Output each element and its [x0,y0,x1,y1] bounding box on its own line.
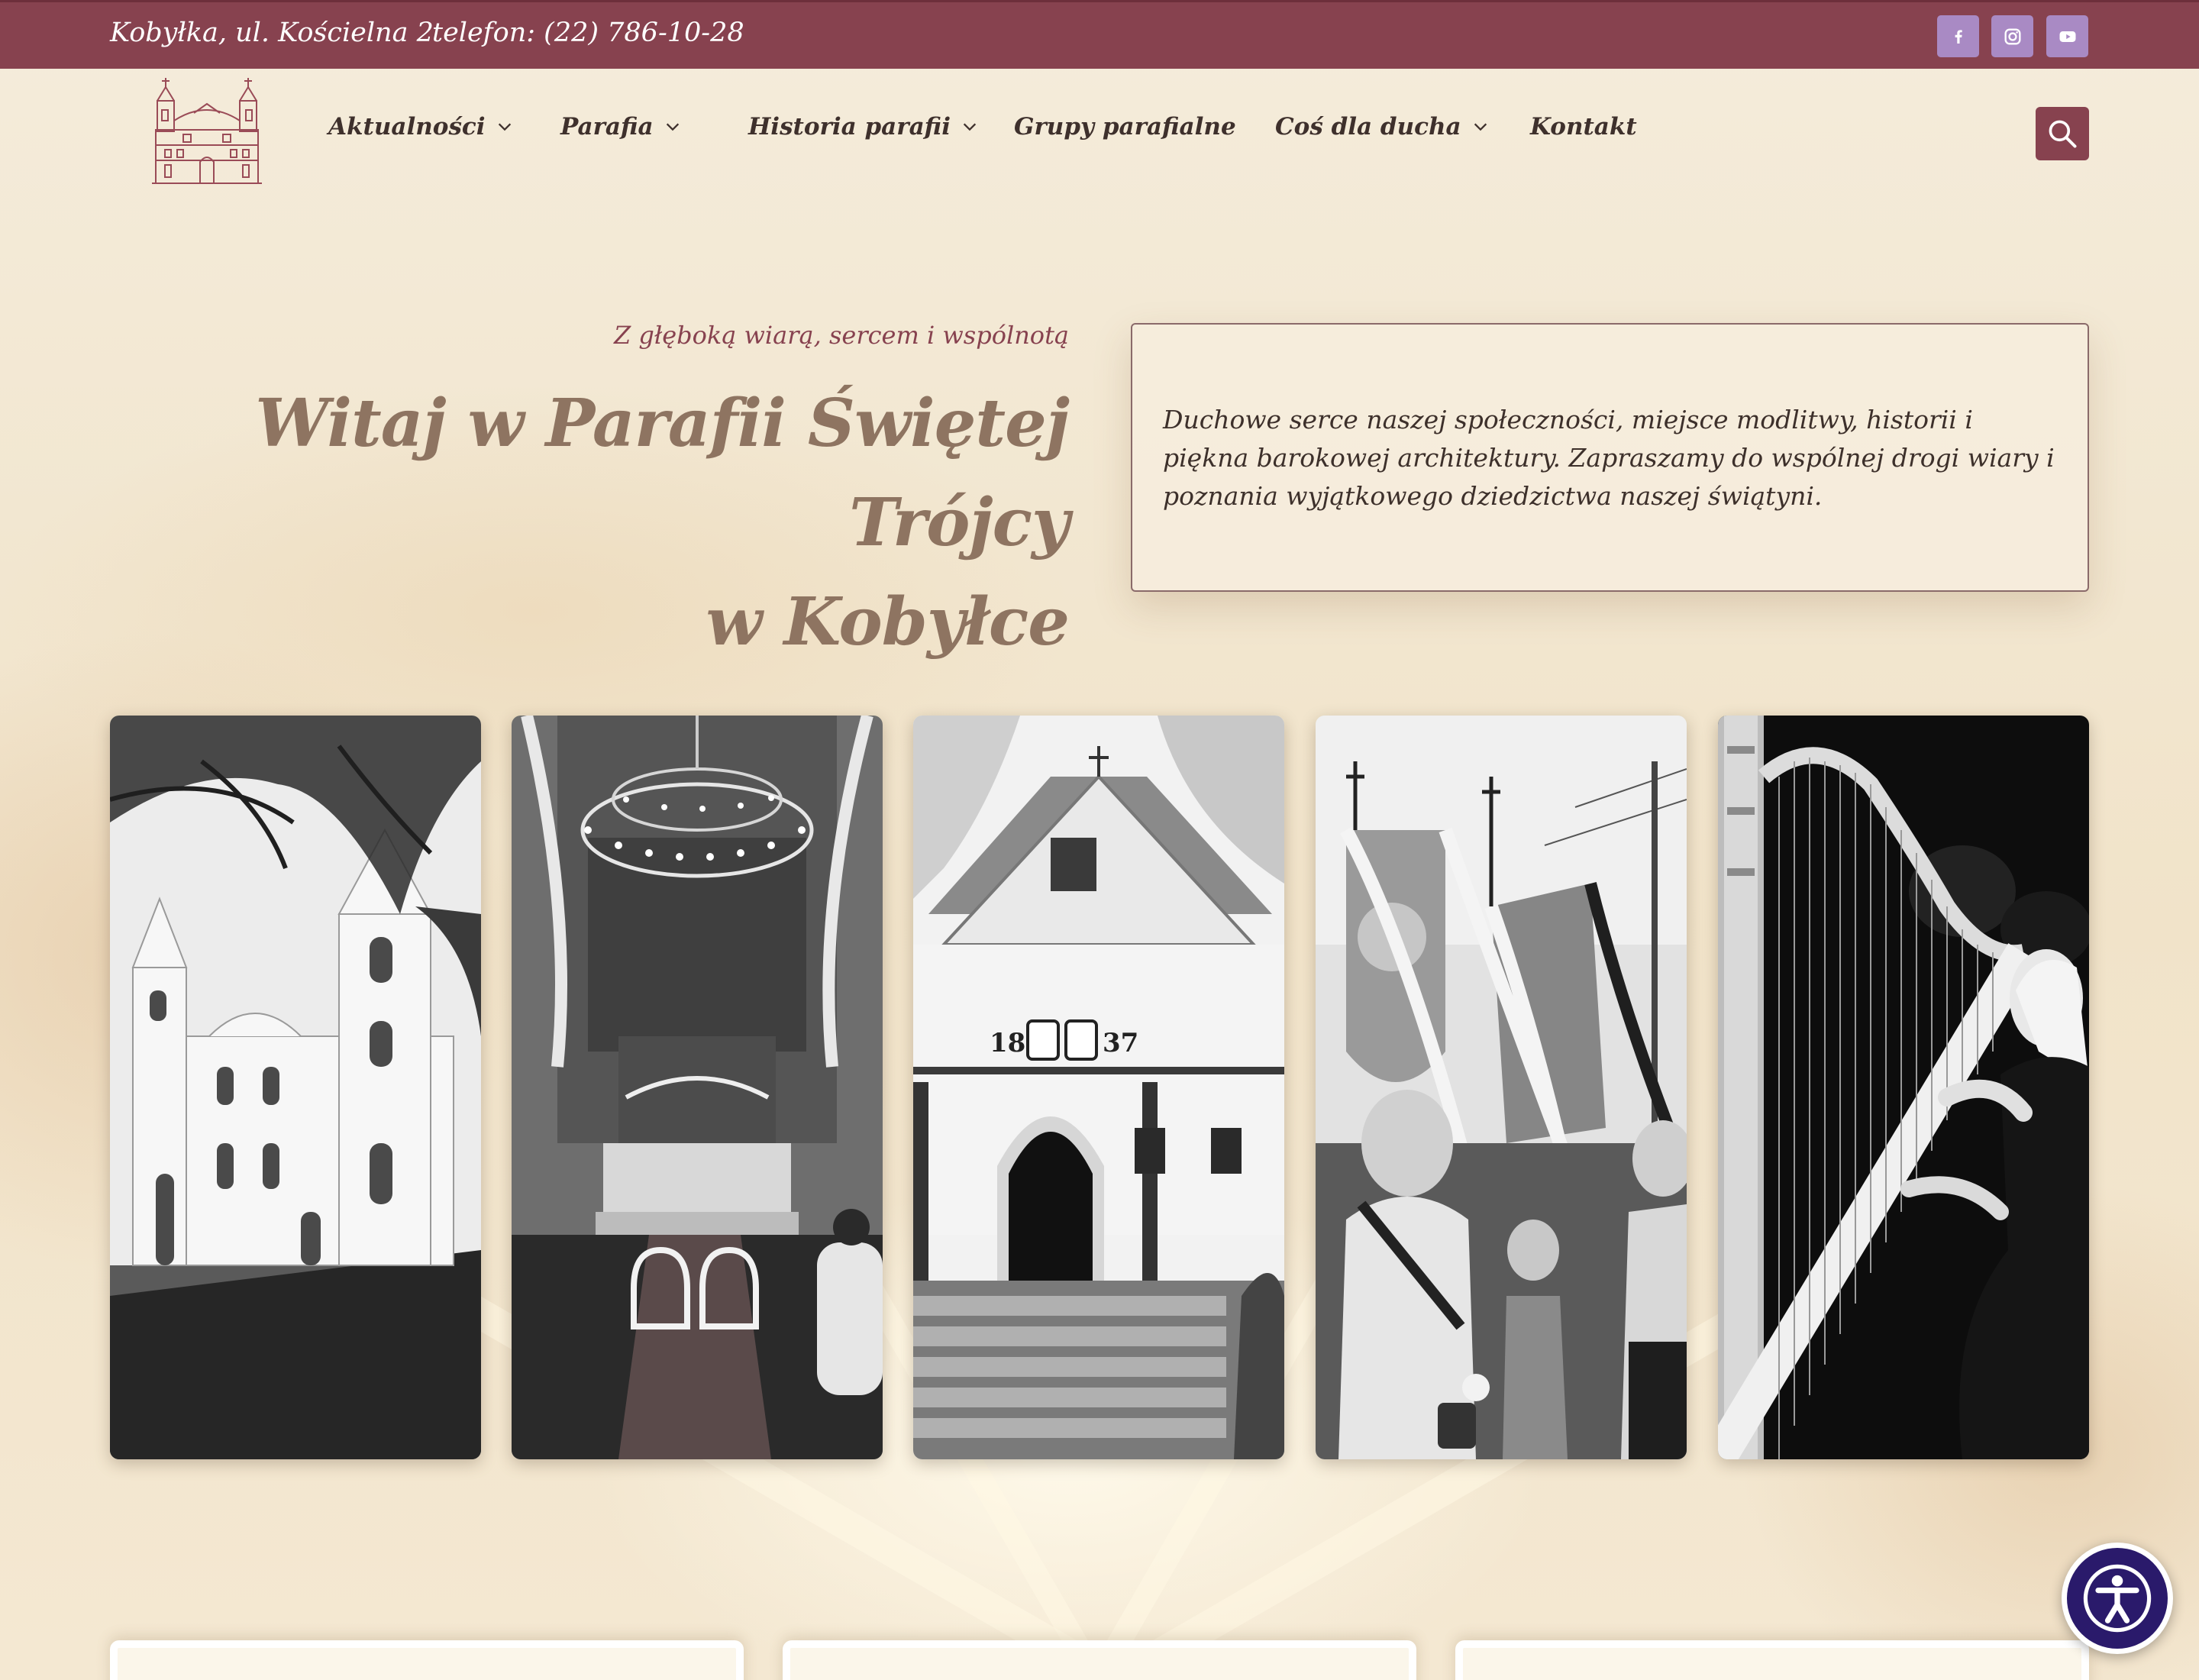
facebook-icon[interactable] [1937,15,1979,57]
nav-item-parafia[interactable]: Parafia [560,113,681,141]
church-exterior-photo[interactable] [110,716,481,1459]
chapel-1837-photo[interactable]: 18 37 [913,716,1284,1459]
nav-label: Parafia [560,113,654,141]
nav-item-kontakt[interactable]: Kontakt [1530,113,1637,141]
title-line-2: w Kobyłce [706,583,1070,661]
accessibility-button[interactable] [2062,1543,2173,1654]
chevron-down-icon [498,123,511,131]
harp-concert-photo[interactable] [1718,716,2089,1459]
church-altar-photo[interactable] [512,716,883,1459]
address-text: Kobyłka, ul. Kościelna 2 [110,18,434,48]
nav-item-grupy-parafialne[interactable]: Grupy parafialne [1014,113,1236,141]
accessibility-icon [2083,1564,2152,1633]
content-card[interactable] [110,1640,744,1680]
instagram-icon[interactable] [1991,15,2033,57]
top-bar: Kobyłka, ul. Kościelna 2 telefon: (22) 7… [0,0,2199,69]
procession-photo[interactable] [1316,716,1687,1459]
hero-tagline: Z głęboką wiarą, sercem i wspólnotą [613,321,1069,350]
search-icon [2049,120,2077,148]
chevron-down-icon [666,123,679,131]
title-line-1: Witaj w Parafii Świętej Trójcy [255,385,1070,561]
chapel-inscription-left: 18 [990,1028,1025,1058]
search-button[interactable] [2036,107,2089,160]
chevron-down-icon [963,123,977,131]
intro-box: Duchowe serce naszej społeczności, miejs… [1131,323,2089,592]
intro-text: Duchowe serce naszej społeczności, miejs… [1163,405,2055,511]
nav-label: Grupy parafialne [1014,113,1236,141]
phone-text[interactable]: telefon: (22) 786-10-28 [432,18,744,48]
nav-label: Coś dla ducha [1275,113,1461,141]
chapel-inscription-right: 37 [1103,1028,1138,1058]
nav-label: Historia parafii [748,113,951,141]
nav-item-historia-parafii[interactable]: Historia parafii [748,113,978,141]
content-card[interactable] [783,1640,1416,1680]
page-title: Witaj w Parafii Świętej Trójcy w Kobyłce [76,374,1070,672]
nav-label: Kontakt [1530,113,1637,141]
content-card[interactable] [1455,1640,2089,1680]
chevron-down-icon [1474,123,1487,131]
youtube-icon[interactable] [2046,15,2088,57]
nav-item-aktualnosci[interactable]: Aktualności [328,113,513,141]
nav-label: Aktualności [328,113,486,141]
parish-logo[interactable] [150,76,264,186]
nav-item-cos-dla-ducha[interactable]: Coś dla ducha [1275,113,1489,141]
